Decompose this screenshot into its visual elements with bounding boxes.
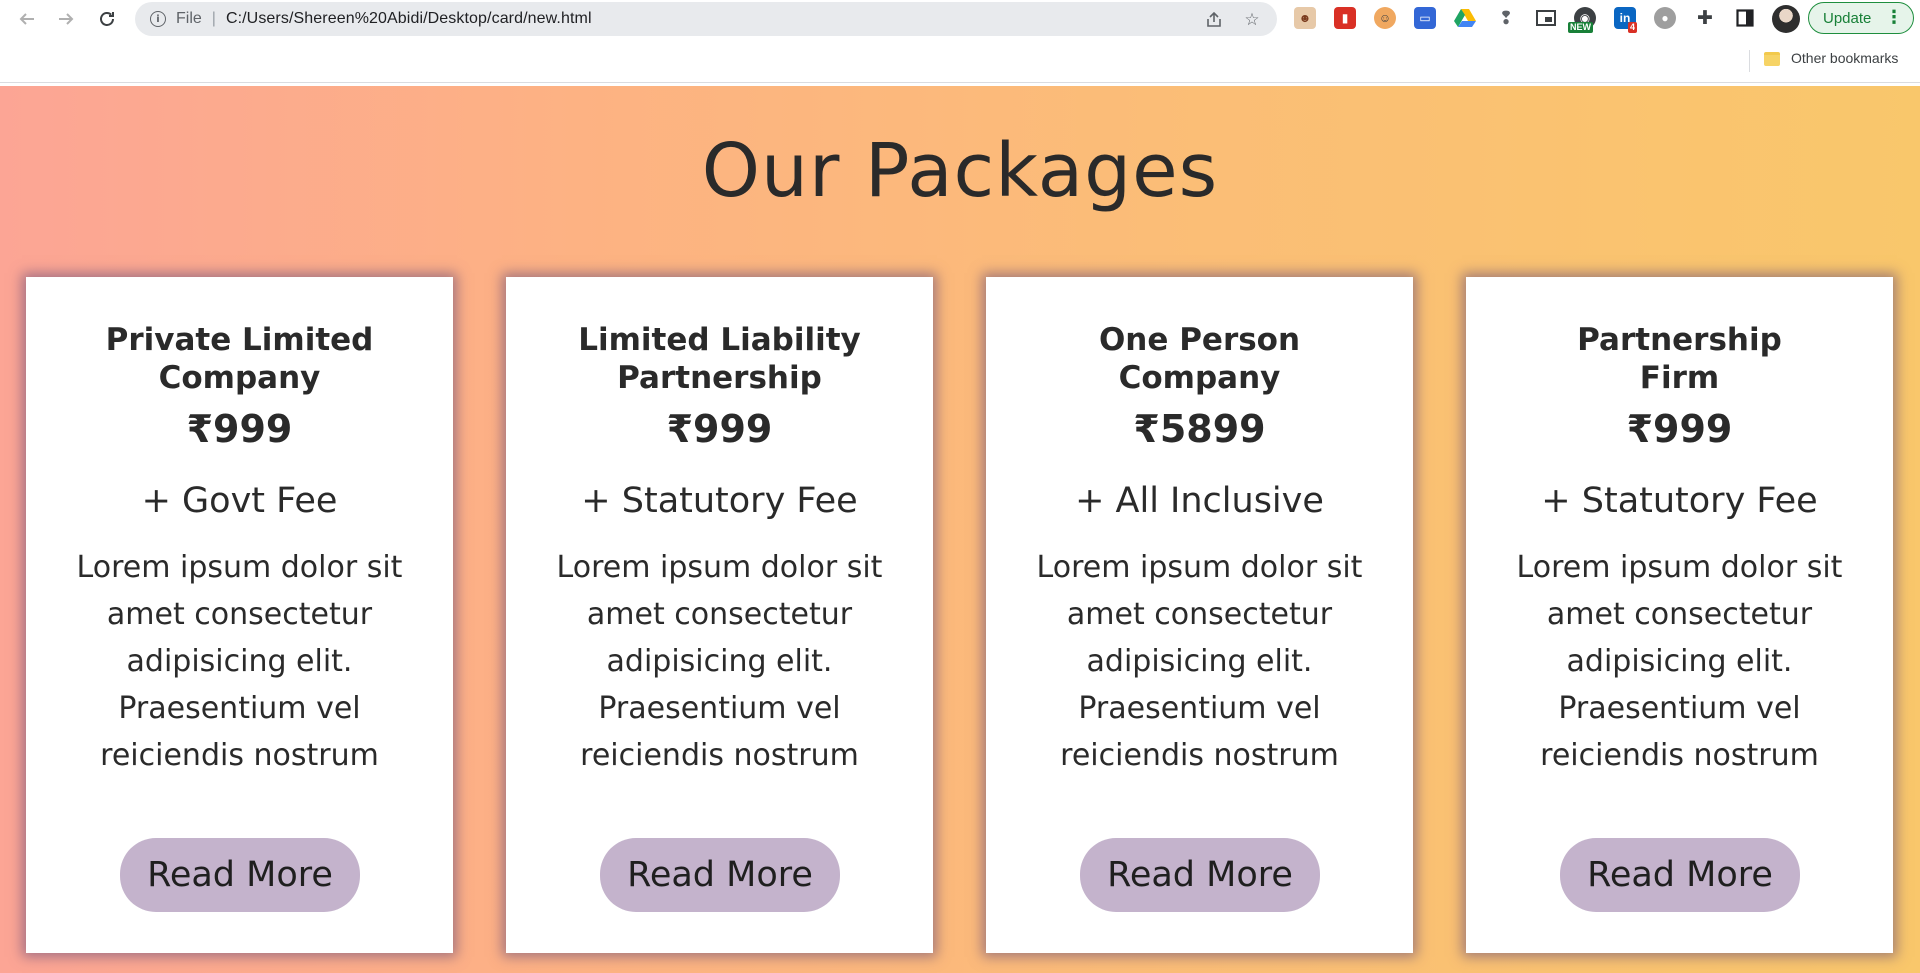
card-title: Limited Liability Partnership: [546, 321, 893, 397]
update-button[interactable]: Update ⋮: [1808, 2, 1914, 34]
scheme-separator: |: [211, 10, 216, 27]
scheme-label: File: [176, 10, 202, 27]
card-title-line: Partnership: [617, 360, 822, 396]
browser-chrome: i File | C:/Users/Shereen%20Abidi/Deskto…: [0, 0, 1920, 84]
card-description: Lorem ipsum dolor sit amet consectetur a…: [1516, 550, 1843, 773]
card-title: One Person Company: [1026, 321, 1373, 397]
url-text[interactable]: C:/Users/Shereen%20Abidi/Desktop/card/ne…: [226, 10, 592, 28]
browser-toolbar: i File | C:/Users/Shereen%20Abidi/Deskto…: [0, 0, 1920, 38]
bulb-extension-icon[interactable]: ❢: [1495, 7, 1517, 29]
chrome-divider: [0, 82, 1920, 83]
package-card-partnership-firm: Partnership Firm ₹999 + Statutory Fee Lo…: [1466, 277, 1893, 953]
forward-button[interactable]: [51, 4, 81, 34]
bookmarks-bar: Other bookmarks: [0, 44, 1920, 82]
card-title-line: One Person: [1098, 322, 1301, 358]
card-fee: + All Inclusive: [1075, 481, 1324, 521]
profile-avatar[interactable]: [1772, 5, 1800, 33]
card-title-line: Limited Liability: [578, 322, 861, 358]
read-more-button[interactable]: Read More: [600, 838, 840, 912]
card-fee: + Govt Fee: [141, 481, 338, 521]
read-more-button[interactable]: Read More: [120, 838, 360, 912]
info-icon[interactable]: i: [150, 11, 166, 27]
card-description: Lorem ipsum dolor sit amet consectetur a…: [556, 550, 883, 773]
picture-in-picture-icon[interactable]: [1535, 7, 1557, 29]
card-title: Private Limited Company: [66, 321, 413, 397]
red-book-extension-icon[interactable]: ▮: [1334, 7, 1356, 29]
package-card-private-limited: Private Limited Company ₹999 + Govt Fee …: [26, 277, 453, 953]
card-title-line: Firm: [1639, 360, 1720, 396]
card-price: ₹999: [1626, 407, 1733, 451]
reading-extension-icon[interactable]: ☻: [1294, 7, 1316, 29]
card-title-line: Private Limited: [105, 322, 374, 358]
card-description: Lorem ipsum dolor sit amet consectetur a…: [76, 550, 403, 773]
card-title: Partnership Firm: [1506, 321, 1853, 397]
blue-window-extension-icon[interactable]: ▭: [1414, 7, 1436, 29]
back-button[interactable]: [12, 4, 42, 34]
card-title-line: Company: [1118, 360, 1281, 396]
bookmarks-divider: [1749, 50, 1750, 72]
card-title-line: Company: [158, 360, 321, 396]
other-bookmarks-link[interactable]: Other bookmarks: [1791, 50, 1898, 66]
arrow-right-icon: [59, 13, 74, 25]
more-menu-icon[interactable]: ⋮: [1885, 7, 1903, 27]
puzzle-extensions-icon[interactable]: ✚: [1694, 7, 1716, 29]
card-fee: + Statutory Fee: [581, 481, 858, 521]
reload-icon: [100, 12, 114, 26]
card-price: ₹999: [666, 407, 773, 451]
google-drive-icon[interactable]: [1454, 7, 1476, 29]
card-fee: + Statutory Fee: [1541, 481, 1818, 521]
folder-icon[interactable]: [1764, 52, 1780, 66]
read-more-button[interactable]: Read More: [1560, 838, 1800, 912]
card-price: ₹5899: [1133, 407, 1266, 451]
notification-count-badge: 4: [1628, 22, 1638, 33]
page-content: Our Packages Private Limited Company ₹99…: [0, 86, 1920, 973]
package-card-llp: Limited Liability Partnership ₹999 + Sta…: [506, 277, 933, 953]
card-price: ₹999: [186, 407, 293, 451]
card-description: Lorem ipsum dolor sit amet consectetur a…: [1036, 550, 1363, 773]
share-icon[interactable]: [1203, 9, 1225, 31]
face-extension-icon[interactable]: ☺: [1374, 7, 1396, 29]
read-more-button[interactable]: Read More: [1080, 838, 1320, 912]
onion-extension-icon[interactable]: ●: [1654, 7, 1676, 29]
arrow-left-icon: [19, 13, 34, 25]
address-bar[interactable]: i File | C:/Users/Shereen%20Abidi/Deskto…: [135, 2, 1277, 36]
new-badge: NEW: [1568, 22, 1593, 33]
bookmark-star-icon[interactable]: ☆: [1241, 9, 1263, 31]
reload-button[interactable]: [92, 4, 122, 34]
card-title-line: Partnership: [1577, 322, 1782, 358]
update-label: Update: [1823, 9, 1872, 27]
page-title: Our Packages: [701, 128, 1219, 214]
side-panel-icon[interactable]: [1734, 7, 1756, 29]
package-card-one-person: One Person Company ₹5899 + All Inclusive…: [986, 277, 1413, 953]
